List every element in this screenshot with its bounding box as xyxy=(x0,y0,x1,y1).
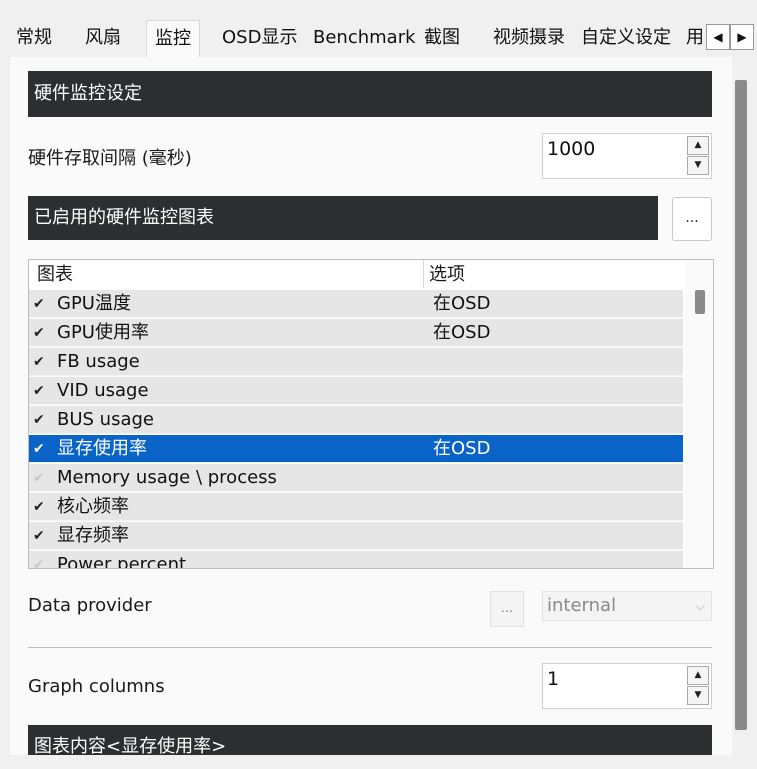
row-option: 在OSD xyxy=(433,293,491,314)
table-header: 图表 选项 xyxy=(29,260,685,288)
column-divider xyxy=(423,260,424,288)
table-row[interactable]: ✔ VID usage xyxy=(29,377,683,405)
tab-benchmark[interactable]: Benchmark xyxy=(313,22,416,54)
arrow-up-icon: ▲ xyxy=(694,140,702,150)
arrow-up-icon: ▲ xyxy=(694,670,702,680)
tab-osd[interactable]: OSD显示 xyxy=(222,22,297,54)
tab-screenshot[interactable]: 截图 xyxy=(424,22,460,54)
check-icon[interactable]: ✔ xyxy=(33,290,47,318)
check-icon[interactable]: ✔ xyxy=(33,493,47,521)
spin-down-button[interactable]: ▼ xyxy=(687,156,709,175)
chevron-right-icon: ▶ xyxy=(737,30,747,44)
check-icon[interactable]: ✔ xyxy=(33,406,47,434)
row-name: Power percent xyxy=(57,554,187,569)
table-row-selected[interactable]: ✔ 显存使用率 在OSD xyxy=(29,435,683,463)
row-name: GPU使用率 xyxy=(57,322,149,343)
check-icon[interactable]: ✔ xyxy=(33,348,47,376)
tab-bar: 常规 风扇 监控 OSD显示 Benchmark 截图 视频摄录 自定义设定 用… xyxy=(0,0,757,58)
graph-columns-spinbox[interactable]: 1 ▲ ▼ xyxy=(542,663,712,709)
arrow-down-icon: ▼ xyxy=(694,160,702,170)
table-scrollbar-thumb[interactable] xyxy=(695,290,705,314)
chevron-left-icon: ◀ xyxy=(713,30,723,44)
check-icon[interactable]: ✔ xyxy=(33,435,47,463)
row-name: FB usage xyxy=(57,351,140,372)
section-divider xyxy=(28,647,712,648)
section-hw-monitor-settings: 硬件监控设定 xyxy=(28,71,712,117)
row-name: GPU温度 xyxy=(57,293,131,314)
table-row[interactable]: ✔ Power percent xyxy=(29,551,683,569)
graph-settings-button[interactable]: ... xyxy=(672,197,712,241)
check-icon[interactable]: ✔ xyxy=(33,464,47,492)
monitoring-panel: 硬件监控设定 硬件存取间隔 (毫秒) 1000 ▲ ▼ 已启用的硬件监控图表 .… xyxy=(10,57,732,757)
tab-monitoring[interactable]: 监控 xyxy=(146,20,200,58)
check-icon[interactable]: ✔ xyxy=(33,377,47,405)
tab-scroll-left-button[interactable]: ◀ xyxy=(706,24,730,50)
check-icon[interactable]: ✔ xyxy=(33,319,47,347)
spin-up-button[interactable]: ▲ xyxy=(687,666,709,685)
table-row[interactable]: ✔ 核心频率 xyxy=(29,493,683,521)
graph-columns-label: Graph columns xyxy=(28,676,165,697)
row-name: VID usage xyxy=(57,380,149,401)
data-provider-select[interactable]: internal ⌵ xyxy=(542,591,712,621)
row-name: 显存使用率 xyxy=(57,438,147,459)
tab-more[interactable]: 用 xyxy=(686,22,704,54)
row-name: 核心频率 xyxy=(57,496,129,517)
row-name: 显存频率 xyxy=(57,525,129,546)
row-option: 在OSD xyxy=(433,438,491,459)
column-header-options[interactable]: 选项 xyxy=(429,260,465,290)
tab-general[interactable]: 常规 xyxy=(16,22,52,54)
section-enabled-graphs: 已启用的硬件监控图表 xyxy=(28,196,658,240)
table-row[interactable]: ✔ GPU使用率 在OSD xyxy=(29,319,683,347)
table-row[interactable]: ✔ 显存频率 xyxy=(29,522,683,550)
row-option: 在OSD xyxy=(433,322,491,343)
graphs-table: 图表 选项 ✔ GPU温度 在OSD ✔ GPU使用率 在OSD ✔ FB us… xyxy=(28,259,714,569)
table-row[interactable]: ✔ BUS usage xyxy=(29,406,683,434)
row-name: Memory usage \ process xyxy=(57,467,277,488)
check-icon[interactable]: ✔ xyxy=(33,551,47,568)
spin-down-button[interactable]: ▼ xyxy=(687,686,709,705)
section-graph-content: 图表内容<显存使用率> xyxy=(28,725,712,757)
tab-scroll-right-button[interactable]: ▶ xyxy=(730,24,754,50)
tab-custom-settings[interactable]: 自定义设定 xyxy=(581,22,671,54)
tab-fan[interactable]: 风扇 xyxy=(85,22,121,54)
table-scrollbar[interactable] xyxy=(685,260,713,568)
panel-scrollbar[interactable] xyxy=(735,80,747,730)
data-provider-value: internal xyxy=(547,595,617,616)
data-provider-label: Data provider xyxy=(28,595,152,616)
data-provider-browse-button[interactable]: ... xyxy=(490,591,524,627)
check-icon[interactable]: ✔ xyxy=(33,522,47,550)
spin-up-button[interactable]: ▲ xyxy=(687,136,709,155)
column-header-graph[interactable]: 图表 xyxy=(37,260,73,290)
tab-video-capture[interactable]: 视频摄录 xyxy=(493,22,565,54)
polling-interval-label: 硬件存取间隔 (毫秒) xyxy=(28,148,192,169)
polling-interval-spinbox[interactable]: 1000 ▲ ▼ xyxy=(542,133,712,179)
polling-interval-value: 1000 xyxy=(547,138,596,160)
table-row[interactable]: ✔ FB usage xyxy=(29,348,683,376)
chevron-down-icon: ⌵ xyxy=(695,599,705,613)
graph-columns-value: 1 xyxy=(547,668,560,690)
table-row[interactable]: ✔ GPU温度 在OSD xyxy=(29,290,683,318)
table-row[interactable]: ✔ Memory usage \ process xyxy=(29,464,683,492)
arrow-down-icon: ▼ xyxy=(694,690,702,700)
row-name: BUS usage xyxy=(57,409,154,430)
